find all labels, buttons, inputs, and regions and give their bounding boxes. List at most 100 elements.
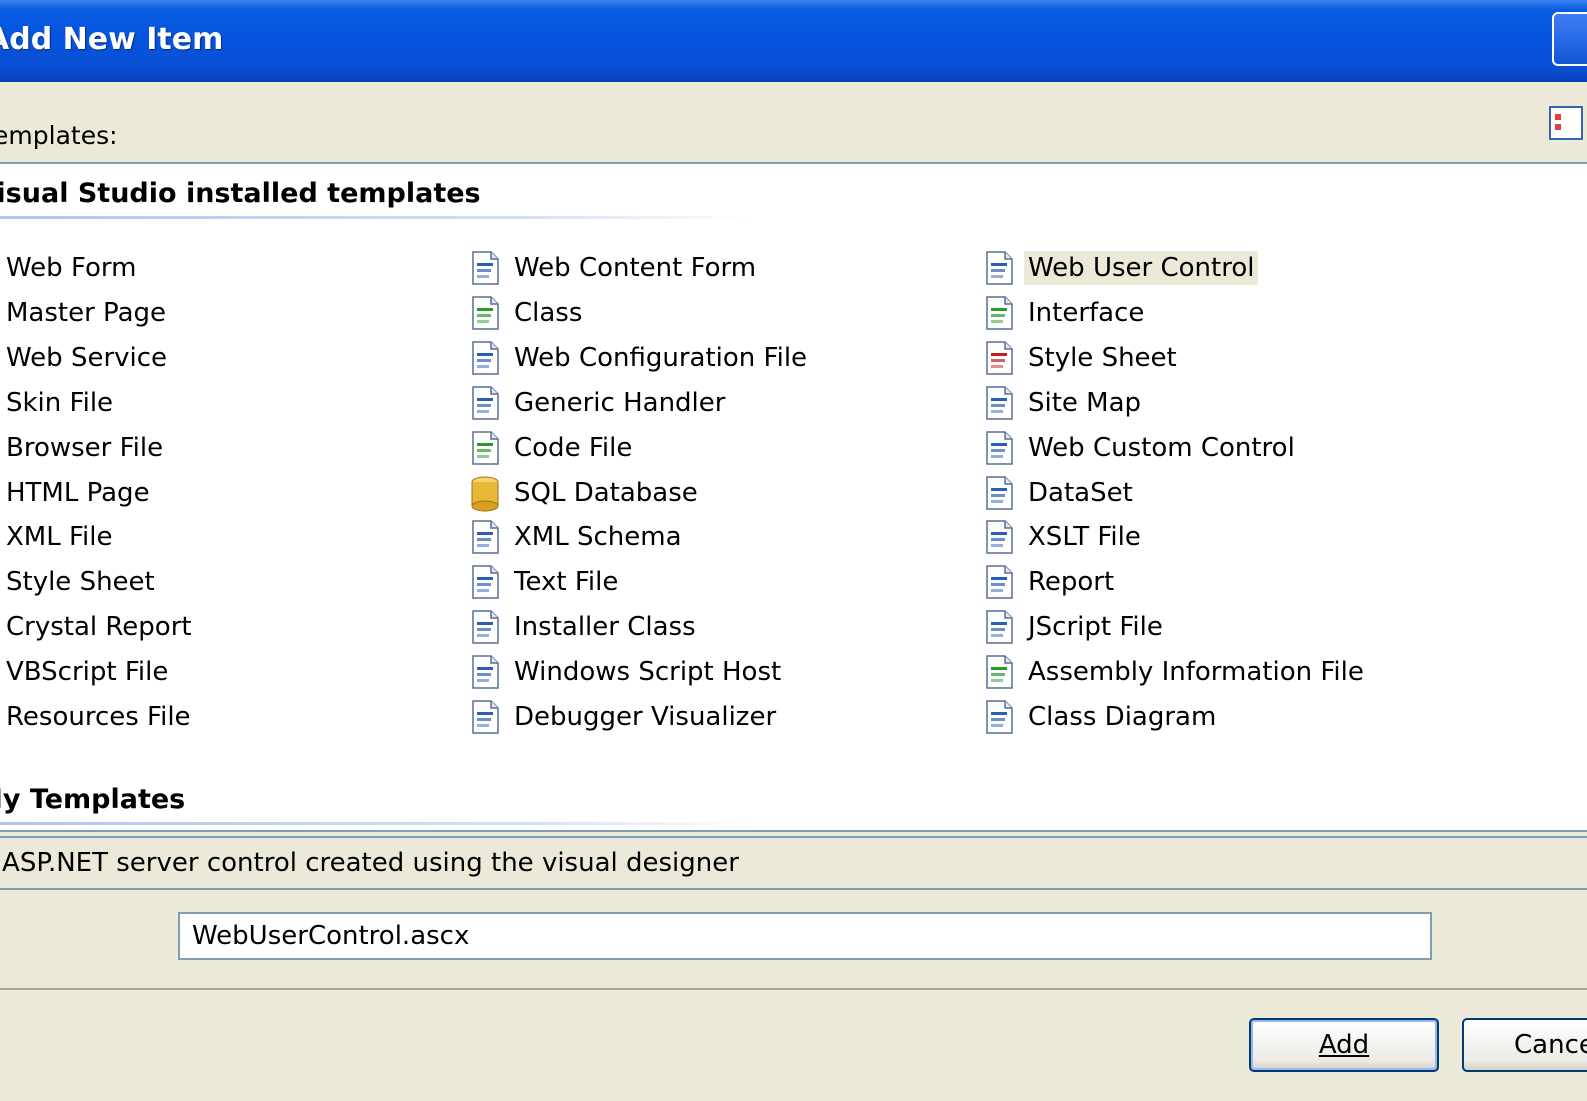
- template-item-label: Master Page: [6, 298, 166, 328]
- title-bar[interactable]: Add New Item: [0, 0, 1587, 82]
- template-item[interactable]: Web Form: [0, 248, 140, 288]
- template-item[interactable]: Site Map: [980, 383, 1145, 423]
- web-user-control-icon: [980, 249, 1018, 287]
- template-item-label: Installer Class: [514, 612, 696, 642]
- separator: [0, 988, 1587, 990]
- template-item-label: Debugger Visualizer: [514, 702, 777, 732]
- template-item[interactable]: Windows Script Host: [466, 652, 785, 692]
- cancel-button[interactable]: Cancel: [1462, 1018, 1587, 1072]
- group-divider: [0, 822, 754, 825]
- template-item[interactable]: Web Custom Control: [980, 428, 1299, 468]
- template-item-label: Web Service: [6, 343, 168, 373]
- template-item-label: VBScript File: [6, 657, 169, 687]
- template-item[interactable]: Master Page: [0, 293, 170, 333]
- template-item[interactable]: Debugger Visualizer: [466, 697, 780, 737]
- template-item[interactable]: Resources File: [0, 697, 195, 737]
- help-button[interactable]: [1552, 12, 1587, 66]
- template-item-label: Site Map: [1028, 388, 1142, 418]
- text-file-icon: [466, 563, 504, 601]
- template-item-label: Web Content Form: [514, 253, 757, 283]
- template-item[interactable]: Style Sheet: [980, 338, 1181, 378]
- template-item[interactable]: Crystal Report: [0, 607, 196, 647]
- template-item-label: Generic Handler: [514, 388, 726, 418]
- template-item[interactable]: Generic Handler: [466, 383, 729, 423]
- script-host-icon: [466, 653, 504, 691]
- csharp-class-icon: [466, 294, 504, 332]
- template-item[interactable]: Interface: [980, 293, 1148, 333]
- template-item[interactable]: HTML Page: [0, 473, 154, 513]
- database-cylinder-icon: [466, 474, 504, 512]
- template-item-label: XML Schema: [514, 522, 682, 552]
- template-item[interactable]: Web User Control: [980, 248, 1259, 288]
- xml-schema-icon: [466, 518, 504, 556]
- template-item[interactable]: Style Sheet: [0, 562, 159, 602]
- template-item[interactable]: Assembly Information File: [980, 652, 1368, 692]
- template-item-label: Assembly Information File: [1028, 657, 1364, 687]
- description-text: A ASP.NET server control created using t…: [0, 848, 739, 878]
- template-item-label: Report: [1028, 567, 1115, 597]
- installer-class-icon: [466, 608, 504, 646]
- template-item-label: Class: [514, 298, 583, 328]
- xslt-file-icon: [980, 518, 1018, 556]
- template-item-label: Interface: [1028, 298, 1145, 328]
- template-item[interactable]: Web Service: [0, 338, 171, 378]
- template-item[interactable]: VBScript File: [0, 652, 172, 692]
- template-item[interactable]: Class: [466, 293, 586, 333]
- template-item-label: Crystal Report: [6, 612, 192, 642]
- add-button-label: Add: [1318, 1030, 1370, 1060]
- jscript-file-icon: [980, 608, 1018, 646]
- interface-icon: [980, 294, 1018, 332]
- template-item[interactable]: XML Schema: [466, 517, 686, 557]
- large-icons-view-icon[interactable]: [1549, 106, 1583, 140]
- class-diagram-icon: [980, 698, 1018, 736]
- template-item-label: SQL Database: [514, 478, 698, 508]
- template-item-label: Resources File: [6, 702, 191, 732]
- add-button[interactable]: Add: [1249, 1018, 1439, 1072]
- template-item[interactable]: DataSet: [980, 473, 1137, 513]
- description-bar: A ASP.NET server control created using t…: [0, 836, 1587, 890]
- site-map-icon: [980, 384, 1018, 422]
- csharp-code-file-icon: [466, 429, 504, 467]
- template-item-label: Browser File: [6, 433, 164, 463]
- web-content-form-icon: [466, 249, 504, 287]
- template-item[interactable]: XSLT File: [980, 517, 1145, 557]
- window-title: Add New Item: [0, 22, 224, 57]
- template-item[interactable]: Text File: [466, 562, 622, 602]
- template-item[interactable]: Class Diagram: [980, 697, 1220, 737]
- cancel-button-label: Cancel: [1514, 1030, 1587, 1060]
- web-config-icon: [466, 339, 504, 377]
- template-item[interactable]: XML File: [0, 517, 117, 557]
- template-item-label: XML File: [6, 522, 113, 552]
- web-custom-control-icon: [980, 429, 1018, 467]
- template-item-label: Web Configuration File: [514, 343, 808, 373]
- name-input[interactable]: [178, 912, 1432, 960]
- generic-handler-icon: [466, 384, 504, 422]
- template-item-label: Web Custom Control: [1028, 433, 1295, 463]
- template-item[interactable]: Browser File: [0, 428, 167, 468]
- style-sheet-a-icon: [980, 339, 1018, 377]
- template-item-label: XSLT File: [1028, 522, 1141, 552]
- group-header-my: My Templates: [0, 784, 186, 815]
- template-item-label: Style Sheet: [6, 567, 155, 597]
- group-header-installed: Visual Studio installed templates: [0, 178, 481, 209]
- template-item-label: JScript File: [1028, 612, 1163, 642]
- assembly-info-icon: [980, 653, 1018, 691]
- template-item[interactable]: Web Content Form: [466, 248, 760, 288]
- template-item[interactable]: Installer Class: [466, 607, 700, 647]
- template-item[interactable]: Report: [980, 562, 1118, 602]
- templates-list[interactable]: Visual Studio installed templates Web Fo…: [0, 162, 1587, 832]
- template-item-label: Web Form: [6, 253, 137, 283]
- template-item[interactable]: Code File: [466, 428, 636, 468]
- template-item-label: Windows Script Host: [514, 657, 782, 687]
- group-divider: [0, 216, 754, 219]
- dataset-icon: [980, 474, 1018, 512]
- template-item[interactable]: SQL Database: [466, 473, 702, 513]
- template-item-label: Skin File: [6, 388, 114, 418]
- template-item[interactable]: Web Configuration File: [466, 338, 811, 378]
- template-item-label: Class Diagram: [1028, 702, 1217, 732]
- template-item-label: DataSet: [1028, 478, 1133, 508]
- template-item[interactable]: Skin File: [0, 383, 117, 423]
- template-item-label: Web User Control: [1024, 251, 1259, 285]
- report-icon: [980, 563, 1018, 601]
- template-item[interactable]: JScript File: [980, 607, 1167, 647]
